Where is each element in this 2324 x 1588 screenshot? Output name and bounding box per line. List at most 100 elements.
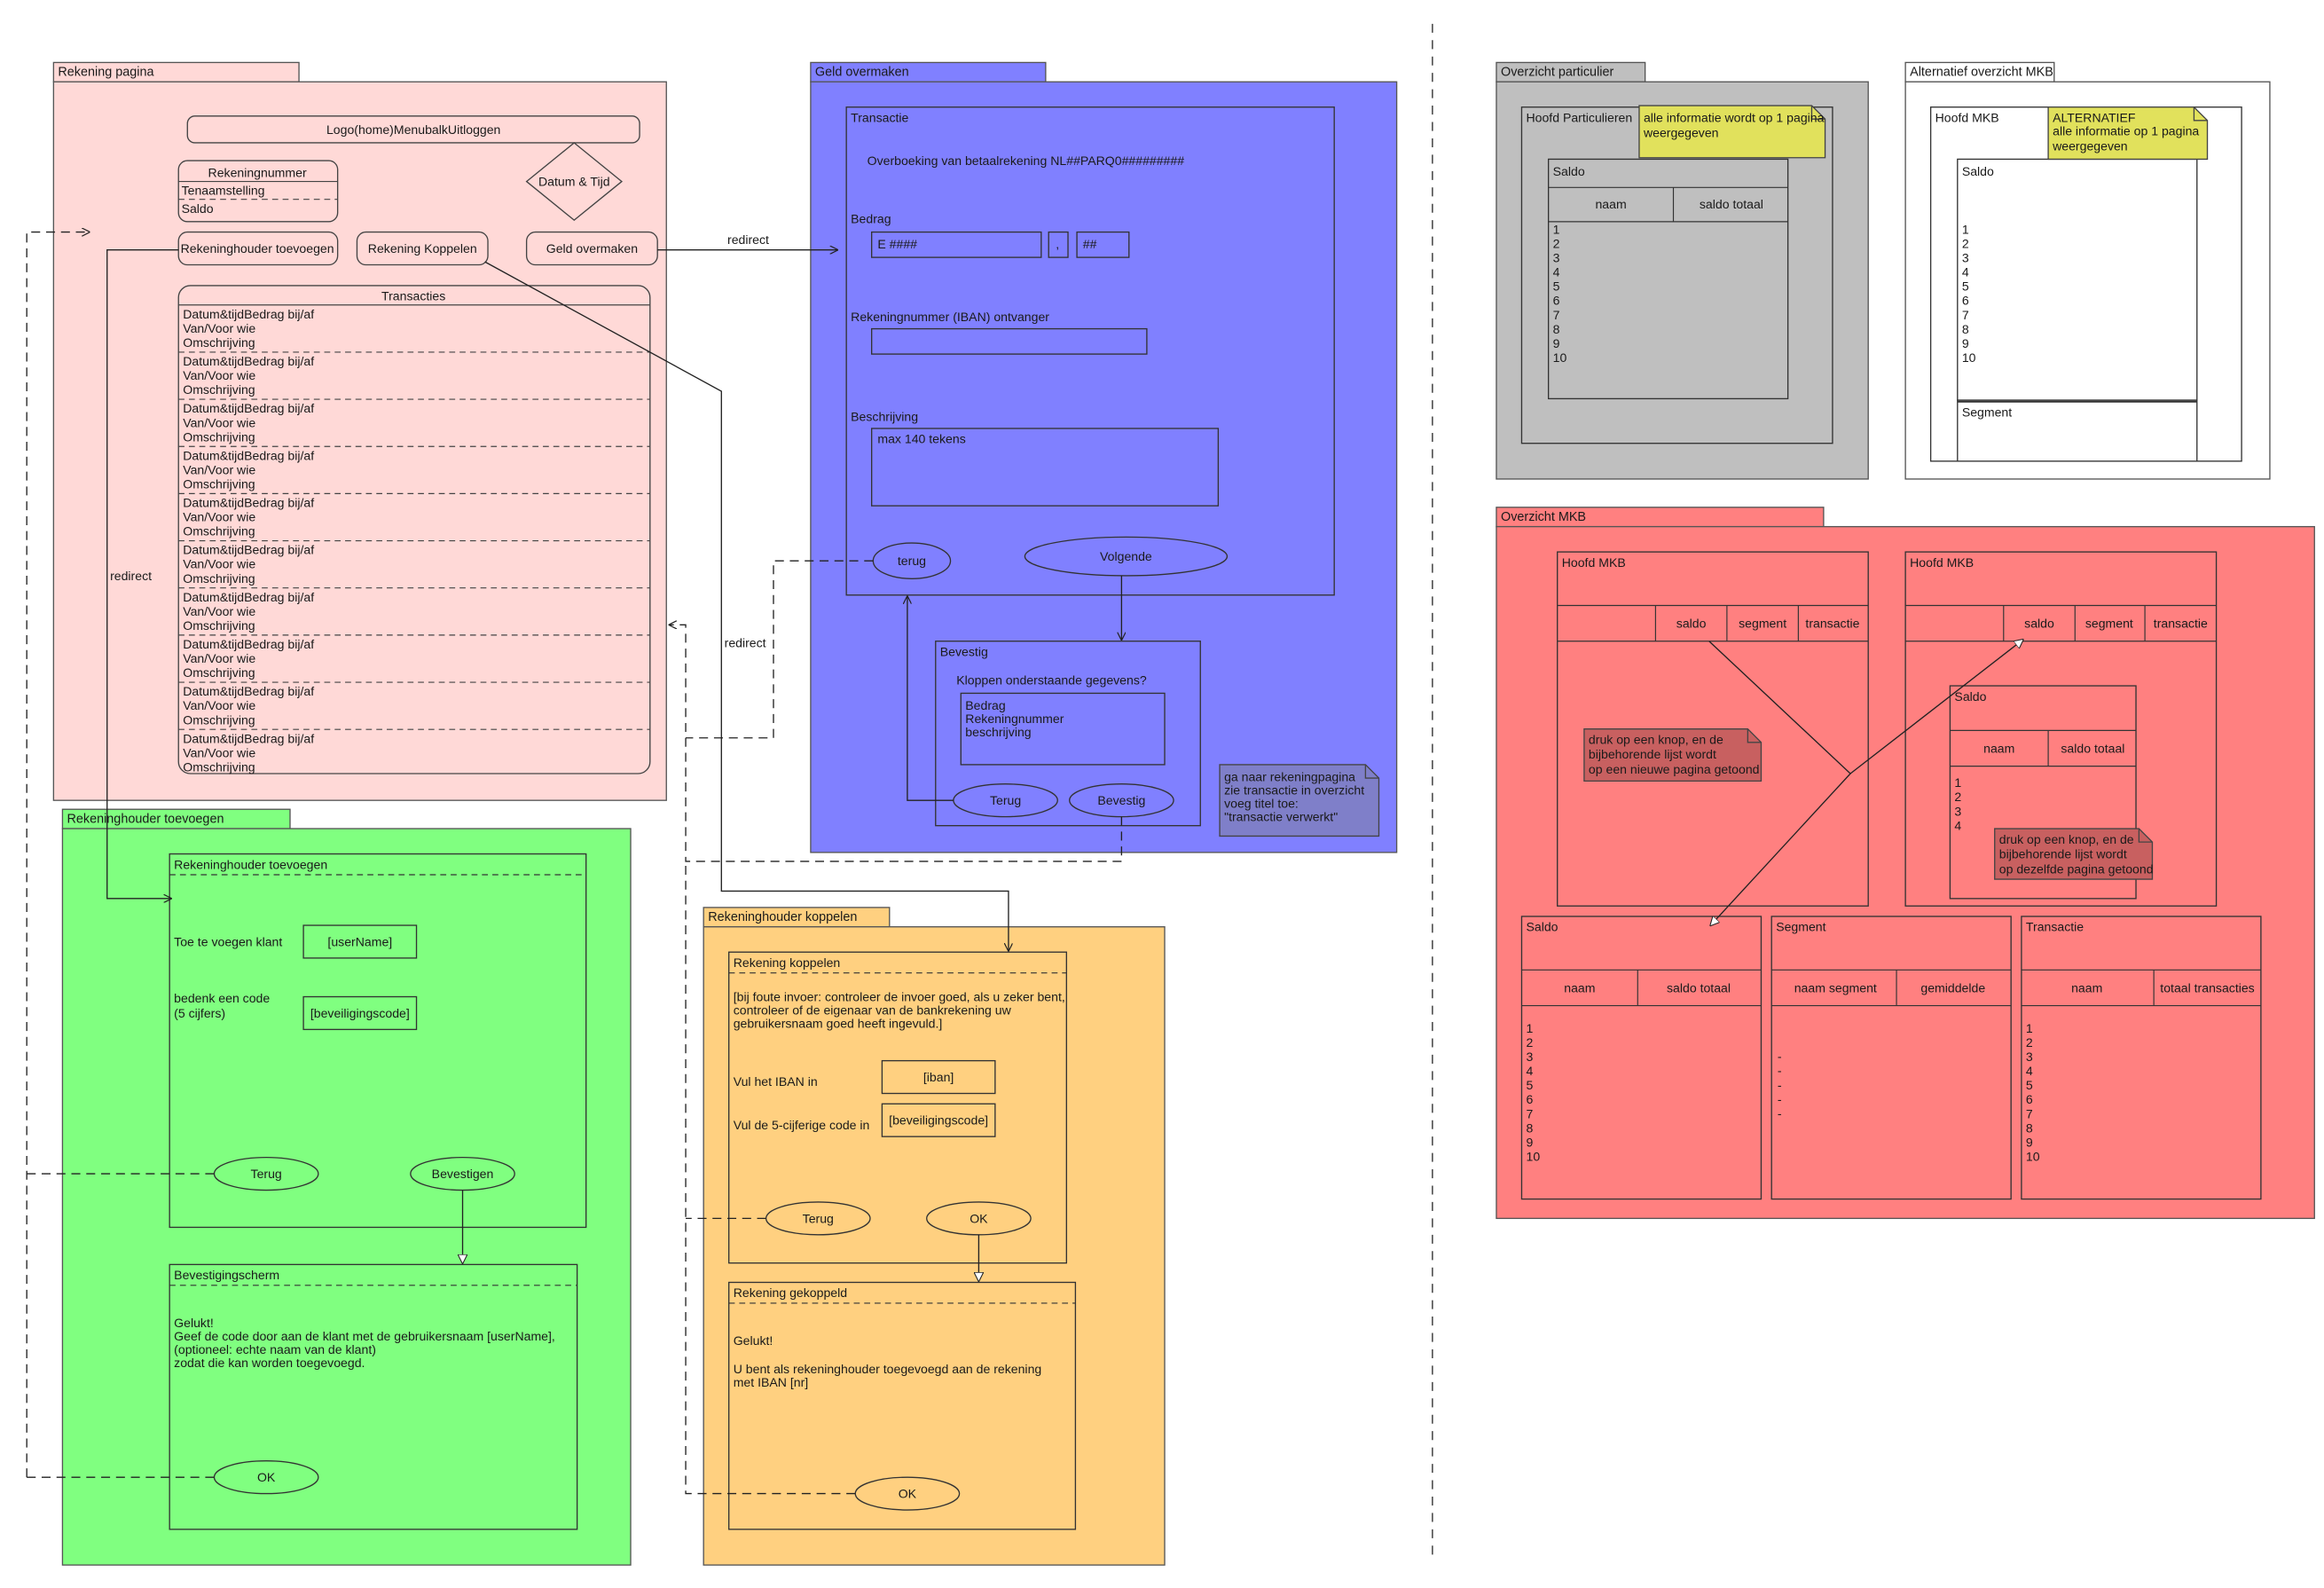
linked-line: met IBAN [nr] xyxy=(734,1375,809,1389)
tab-segment[interactable]: segment xyxy=(2085,617,2133,631)
iban-label: Rekeningnummer (IBAN) ontvanger xyxy=(851,310,1049,324)
package-tab-label: Overzicht MKB xyxy=(1501,510,1586,524)
tab-segment[interactable]: segment xyxy=(1739,617,1786,631)
list-item: 3 xyxy=(1954,804,1961,818)
note-line: op een nieuwe pagina getoond xyxy=(1589,762,1760,776)
amount-value: E #### xyxy=(877,237,917,251)
transaction-line: Datum&tijdBedrag bij/af xyxy=(183,543,314,557)
confirm-back-label: Terug xyxy=(990,793,1021,807)
balance-box-title: Saldo xyxy=(1526,920,1558,934)
description-placeholder: max 140 tekens xyxy=(877,432,965,446)
list-item: 9 xyxy=(1553,336,1560,350)
note-line: druk op een knop, en de xyxy=(1589,732,1723,746)
list-item: - xyxy=(1778,1064,1782,1078)
list-item: 10 xyxy=(1526,1150,1540,1164)
transaction-line: Van/Voor wie xyxy=(183,510,255,524)
column-header: saldo totaal xyxy=(2061,742,2124,756)
add-holder-form-title: Rekeninghouder toevoegen xyxy=(174,857,327,871)
tab-transactie[interactable]: transactie xyxy=(2154,617,2208,631)
confirm-button-label: Bevestig xyxy=(1097,793,1145,807)
transaction-line: Omschrijving xyxy=(183,477,255,491)
list-item: 7 xyxy=(2026,1106,2033,1120)
package-rekening-pagina: Rekening pagina Logo(home)MenubalkUitlog… xyxy=(52,61,667,801)
customer-label: Toe te voegen klant xyxy=(174,935,282,949)
note-line: alle informatie wordt op 1 pagina xyxy=(1644,111,1825,125)
list-item: 3 xyxy=(1526,1049,1533,1064)
transaction-line: Van/Voor wie xyxy=(183,698,255,712)
list-item: 8 xyxy=(1962,322,1969,336)
tab-saldo[interactable]: saldo xyxy=(2024,617,2054,631)
transaction-line: Datum&tijdBedrag bij/af xyxy=(183,354,314,368)
balance-section xyxy=(1957,158,2198,401)
balance-box xyxy=(1520,916,1763,1200)
add-account-holder-label: Rekeninghouder toevoegen xyxy=(181,241,334,255)
list-item: 2 xyxy=(1526,1035,1533,1049)
column-header: naam xyxy=(2071,980,2102,994)
transaction-line: Van/Voor wie xyxy=(183,604,255,618)
main-frame-title: Hoofd MKB xyxy=(1935,111,1999,125)
list-item: 8 xyxy=(1553,322,1560,336)
transaction-box-title: Transactie xyxy=(2026,920,2084,934)
list-item: 4 xyxy=(1553,265,1560,279)
list-item: 3 xyxy=(1553,250,1560,264)
note-line: voeg titel toe: xyxy=(1224,797,1299,811)
list-item: 7 xyxy=(1553,308,1560,322)
column-header: gemiddelde xyxy=(1920,980,1985,994)
linked-line: Gelukt! xyxy=(734,1333,773,1348)
confirm-title: Bevestig xyxy=(940,645,988,659)
transaction-line: Datum&tijdBedrag bij/af xyxy=(183,401,314,415)
confirmation-line: Geef de code door aan de klant met de ge… xyxy=(174,1329,555,1343)
ok-button-label: OK xyxy=(257,1470,276,1484)
code-label: (5 cijfers) xyxy=(174,1006,225,1020)
summary-description: beschrijving xyxy=(965,725,1031,739)
ok-button-label: OK xyxy=(970,1211,988,1225)
list-item: 3 xyxy=(2026,1049,2033,1064)
note-line: zie transactie in overzicht xyxy=(1224,782,1364,797)
column-header: saldo totaal xyxy=(1667,980,1731,994)
transfer-money-label: Geld overmaken xyxy=(546,241,638,255)
list-item: - xyxy=(1778,1078,1782,1092)
list-item: 6 xyxy=(1962,294,1969,308)
transaction-line: Datum&tijdBedrag bij/af xyxy=(183,495,314,509)
transaction-line: Omschrijving xyxy=(183,382,255,397)
link-account-form-title: Rekening koppelen xyxy=(734,955,841,970)
instruction-line: controleer of de eigenaar van de bankrek… xyxy=(734,1003,1012,1018)
inline-balance-title: Saldo xyxy=(1954,689,1986,704)
package-tab-label: Overzicht particulier xyxy=(1501,66,1613,80)
package-tab-label: Alternatief overzicht MKB xyxy=(1910,66,2053,80)
next-button-label: Volgende xyxy=(1100,549,1152,563)
iban-input[interactable] xyxy=(870,327,1148,355)
linked-title: Rekening gekoppeld xyxy=(734,1285,847,1300)
transaction-line: Datum&tijdBedrag bij/af xyxy=(183,637,314,651)
tab-saldo[interactable]: saldo xyxy=(1676,617,1707,631)
linked-line: U bent als rekeninghouder toegevoegd aan… xyxy=(734,1362,1042,1376)
main-frame-title: Hoofd MKB xyxy=(1562,555,1626,570)
list-item: 4 xyxy=(1962,265,1969,279)
wireframe-canvas: Rekening pagina Logo(home)MenubalkUitlog… xyxy=(26,23,2315,1566)
list-item: 5 xyxy=(1553,279,1560,294)
note-line: weergegeven xyxy=(2052,138,2128,153)
overboeking-text: Overboeking van betaalrekening NL##PARQ0… xyxy=(868,153,1185,168)
confirmation-line: Gelukt! xyxy=(174,1316,214,1330)
back-button-label: terug xyxy=(898,554,926,568)
list-item: 3 xyxy=(1962,250,1969,264)
transaction-line: Datum&tijdBedrag bij/af xyxy=(183,448,314,462)
redirect-label: redirect xyxy=(110,569,152,583)
list-item: 2 xyxy=(1553,236,1560,250)
list-item: 1 xyxy=(1526,1021,1533,1035)
balance-table xyxy=(1547,158,1789,400)
inline-balance-rows: 1234 xyxy=(1954,775,1961,832)
transaction-line: Omschrijving xyxy=(183,335,255,350)
transaction-line: Van/Voor wie xyxy=(183,321,255,335)
transaction-line: Van/Voor wie xyxy=(183,745,255,759)
list-item: 1 xyxy=(1954,775,1961,790)
list-item: 10 xyxy=(1553,350,1567,365)
list-item: 9 xyxy=(1526,1136,1533,1150)
transaction-line: Omschrijving xyxy=(183,571,255,586)
tab-transactie[interactable]: transactie xyxy=(1805,617,1859,631)
confirmation-line: zodat die kan worden toegevoegd. xyxy=(174,1356,365,1370)
summary-account: Rekeningnummer xyxy=(965,711,1064,726)
package-tab-label: Rekeninghouder toevoegen xyxy=(67,812,224,826)
instruction-line: [bij foute invoer: controleer de invoer … xyxy=(734,990,1065,1004)
list-item: 9 xyxy=(1962,336,1969,350)
